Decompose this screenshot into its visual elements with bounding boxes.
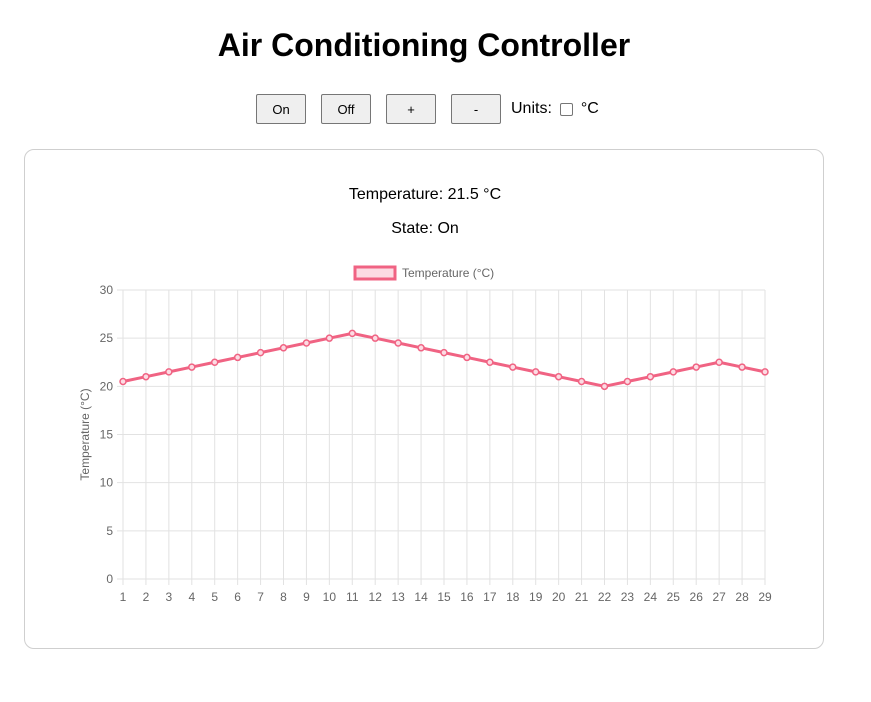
data-point bbox=[119, 377, 127, 386]
x-tick-label: 6 bbox=[234, 590, 241, 604]
x-tick-label: 13 bbox=[391, 590, 405, 604]
data-point bbox=[761, 368, 769, 376]
x-tick-label: 17 bbox=[483, 590, 497, 604]
controls-bar: On Off + - Units: °C bbox=[256, 94, 599, 124]
page: Air Conditioning Controller On Off + - U… bbox=[0, 0, 871, 702]
x-tick-label: 16 bbox=[460, 590, 474, 604]
data-point bbox=[417, 344, 425, 352]
status-card: Temperature: 21.5 °C State: On 0 5 10 15 20 2… bbox=[24, 149, 824, 649]
x-tick-label: 26 bbox=[690, 590, 704, 604]
x-tick-label: 21 bbox=[575, 590, 589, 604]
data-point bbox=[600, 382, 609, 391]
data-point bbox=[233, 353, 242, 362]
y-tick-label: 25 bbox=[100, 331, 114, 345]
data-point bbox=[554, 372, 563, 381]
data-point bbox=[623, 377, 632, 386]
x-tick-label: 29 bbox=[758, 590, 772, 604]
x-tick-label: 11 bbox=[346, 590, 359, 604]
x-tick-label: 3 bbox=[166, 590, 173, 604]
x-tick-label: 14 bbox=[414, 590, 428, 604]
data-point bbox=[463, 353, 471, 362]
data-point bbox=[325, 334, 334, 342]
units-value: °C bbox=[580, 100, 599, 117]
data-point bbox=[577, 377, 586, 386]
x-tick-label: 4 bbox=[188, 590, 195, 604]
x-tick-label: 10 bbox=[323, 590, 337, 604]
off-button[interactable]: Off bbox=[321, 94, 371, 124]
data-point bbox=[256, 348, 265, 357]
y-tick-label: 15 bbox=[100, 428, 114, 442]
x-tick-label: 19 bbox=[529, 590, 543, 604]
x-tick-label: 22 bbox=[598, 590, 612, 604]
x-tick-label: 20 bbox=[552, 590, 566, 604]
data-point bbox=[142, 372, 150, 381]
y-tick-label: 0 bbox=[106, 572, 113, 586]
data-point bbox=[646, 372, 655, 381]
x-tick-label: 28 bbox=[735, 590, 749, 604]
x-tick-label: 2 bbox=[143, 590, 150, 604]
data-point bbox=[531, 368, 540, 376]
increase-temperature-button[interactable]: + bbox=[386, 94, 436, 124]
y-tick-label: 5 bbox=[106, 524, 113, 538]
data-point bbox=[738, 363, 746, 371]
legend-label: Temperature (°C) bbox=[402, 266, 494, 280]
data-point bbox=[302, 339, 311, 347]
x-tick-label: 1 bbox=[120, 590, 127, 604]
x-tick-label: 15 bbox=[437, 590, 451, 604]
data-point bbox=[210, 358, 219, 366]
data-point bbox=[279, 344, 288, 352]
x-tick-label: 23 bbox=[621, 590, 635, 604]
x-tick-label: 18 bbox=[506, 590, 520, 604]
data-point bbox=[165, 368, 173, 376]
y-tick-label: 10 bbox=[100, 476, 114, 490]
x-tick-label: 5 bbox=[211, 590, 218, 604]
data-point bbox=[486, 358, 494, 366]
x-tick-label: 27 bbox=[712, 590, 726, 604]
units-label: Units: bbox=[511, 100, 552, 117]
x-tick-label: 8 bbox=[280, 590, 287, 604]
page-title: Air Conditioning Controller bbox=[217, 27, 631, 63]
x-tick-label: 12 bbox=[369, 590, 383, 604]
data-point bbox=[371, 334, 379, 342]
data-point bbox=[348, 329, 357, 338]
data-point bbox=[509, 363, 517, 371]
data-point bbox=[669, 368, 678, 376]
data-point bbox=[692, 363, 700, 371]
x-tick-label: 7 bbox=[257, 590, 264, 604]
legend-swatch bbox=[353, 265, 397, 281]
temperature-chart: 0510152025301 2 3 4 5 6 7 8 9 10 11 12 13 14 15 16 17 18 1… bbox=[78, 265, 772, 604]
decrease-temperature-button[interactable]: - bbox=[451, 94, 501, 124]
units-checkbox[interactable] bbox=[559, 102, 573, 116]
y-tick-label: 30 bbox=[100, 283, 114, 297]
on-button[interactable]: On bbox=[256, 94, 306, 124]
data-point bbox=[188, 363, 196, 371]
data-point bbox=[394, 339, 402, 347]
x-tick-label: 9 bbox=[303, 590, 310, 604]
data-point bbox=[715, 358, 723, 366]
x-tick-label: 25 bbox=[667, 590, 681, 604]
y-tick-label: 20 bbox=[100, 379, 114, 393]
data-point bbox=[440, 348, 448, 357]
y-axis-title: Temperature (°C) bbox=[78, 388, 92, 480]
x-tick-label: 24 bbox=[644, 590, 658, 604]
